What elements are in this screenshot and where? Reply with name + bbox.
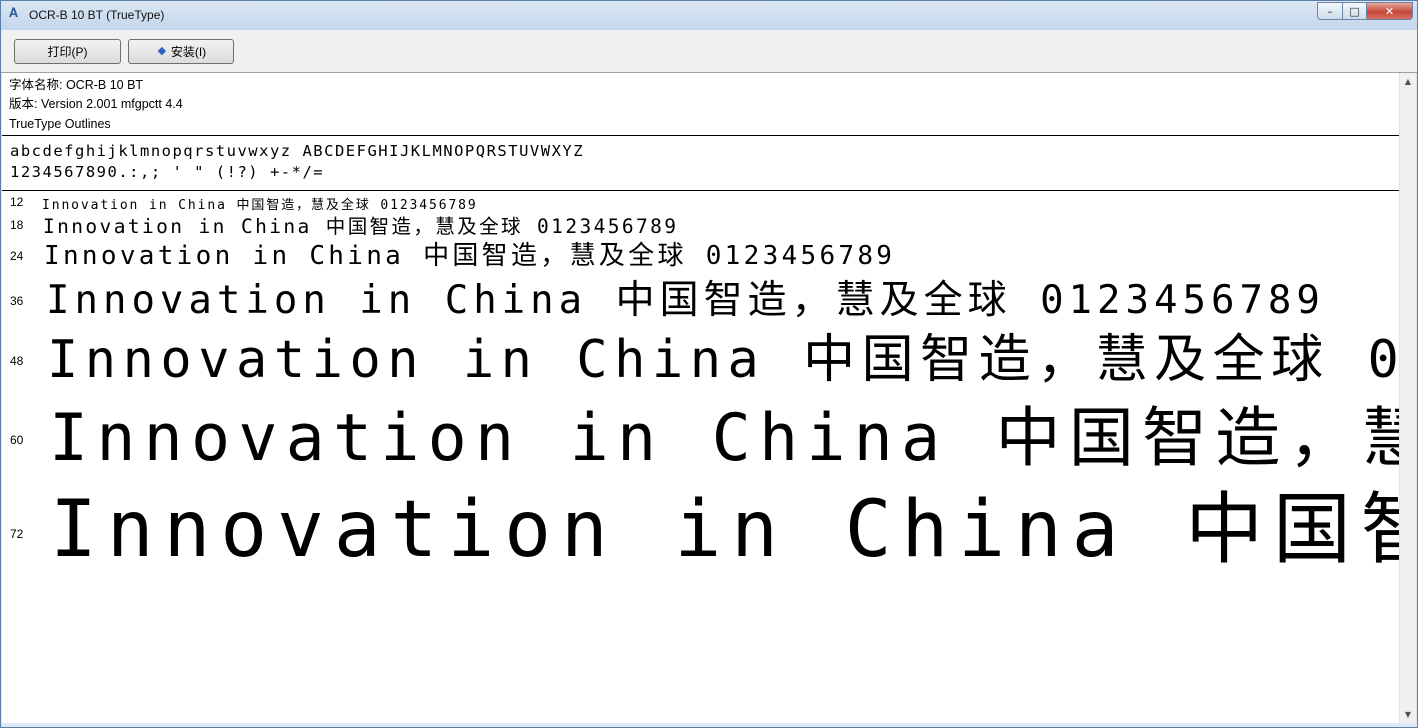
- sample-row-72: 72 Innovation in China 中国智造，慧及全球 0123456…: [2, 467, 1399, 575]
- install-button[interactable]: ◆ 安装(I): [128, 39, 234, 64]
- maximize-icon: □: [1349, 4, 1360, 18]
- title-bar[interactable]: 𝐀 OCR-B 10 BT (TrueType) – □ ✕: [1, 1, 1417, 30]
- chevron-up-icon: ▲: [1404, 77, 1412, 86]
- scroll-up-button[interactable]: ▲: [1400, 73, 1416, 90]
- minimize-icon: –: [1327, 4, 1333, 18]
- scroll-down-button[interactable]: ▼: [1400, 706, 1416, 723]
- divider: [2, 135, 1399, 136]
- charset-line-1: abcdefghijklmnopqrstuvwxyz ABCDEFGHIJKLM…: [10, 142, 585, 160]
- chevron-down-icon: ▼: [1404, 710, 1412, 719]
- print-button[interactable]: 打印(P): [14, 39, 121, 64]
- charset-line-2: 1234567890.:,; ' " (!?) +-*/=: [10, 163, 325, 181]
- sample-row-12: 12 Innovation in China 中国智造，慧及全球 0123456…: [2, 193, 1399, 213]
- sample-size: 24: [10, 249, 24, 263]
- sample-text: Innovation in China 中国智造，慧及全球 0123456789: [50, 485, 1399, 575]
- font-info: 字体名称: OCR-B 10 BT 版本: Version 2.001 mfgp…: [9, 76, 183, 134]
- sample-size: 36: [10, 294, 24, 308]
- print-button-label: 打印(P): [47, 45, 88, 59]
- minimize-button[interactable]: –: [1317, 2, 1343, 20]
- font-version: 版本: Version 2.001 mfgpctt 4.4: [9, 97, 183, 112]
- font-viewer-window: 𝐀 OCR-B 10 BT (TrueType) – □ ✕ 打印(P) ◆ 安装…: [0, 0, 1418, 728]
- font-outline-type: TrueType Outlines: [9, 116, 111, 131]
- close-button[interactable]: ✕: [1367, 2, 1413, 20]
- sample-row-18: 18 Innovation in China 中国智造，慧及全球 0123456…: [2, 210, 1399, 238]
- sample-row-36: 36 Innovation in China 中国智造，慧及全球 0123456…: [2, 269, 1399, 323]
- font-name: 字体名称: OCR-B 10 BT: [9, 78, 144, 92]
- close-icon: ✕: [1384, 4, 1395, 18]
- sample-size: 18: [10, 218, 24, 232]
- install-button-label: 安装(I): [170, 45, 207, 59]
- sample-row-24: 24 Innovation in China 中国智造，慧及全球 0123456…: [2, 235, 1399, 271]
- sample-size: 72: [10, 527, 24, 541]
- vertical-scrollbar[interactable]: ▲ ▼: [1399, 73, 1416, 723]
- sample-row-60: 60 Innovation in China 中国智造，慧及全球 0123456…: [2, 385, 1399, 476]
- sample-text: Innovation in China 中国智造，慧及全球 0123456789: [47, 330, 1399, 390]
- sample-text: Innovation in China 中国智造，慧及全球 0123456789: [49, 401, 1399, 476]
- maximize-button[interactable]: □: [1343, 2, 1367, 20]
- sample-size: 12: [10, 195, 24, 209]
- font-icon: 𝐀: [9, 6, 19, 21]
- toolbar: 打印(P) ◆ 安装(I): [1, 30, 1417, 73]
- divider: [2, 190, 1399, 191]
- font-preview-area[interactable]: 字体名称: OCR-B 10 BT 版本: Version 2.001 mfgp…: [2, 73, 1399, 723]
- sample-row-48: 48 Innovation in China 中国智造，慧及全球 0123456…: [2, 317, 1399, 390]
- uac-shield-icon: ◆: [157, 45, 167, 57]
- sample-text: Innovation in China 中国智造，慧及全球 0123456789: [44, 241, 896, 271]
- sample-size: 48: [10, 354, 24, 368]
- window-controls: – □ ✕: [1317, 2, 1413, 22]
- sample-size: 60: [10, 433, 24, 447]
- window-title: OCR-B 10 BT (TrueType): [29, 8, 165, 22]
